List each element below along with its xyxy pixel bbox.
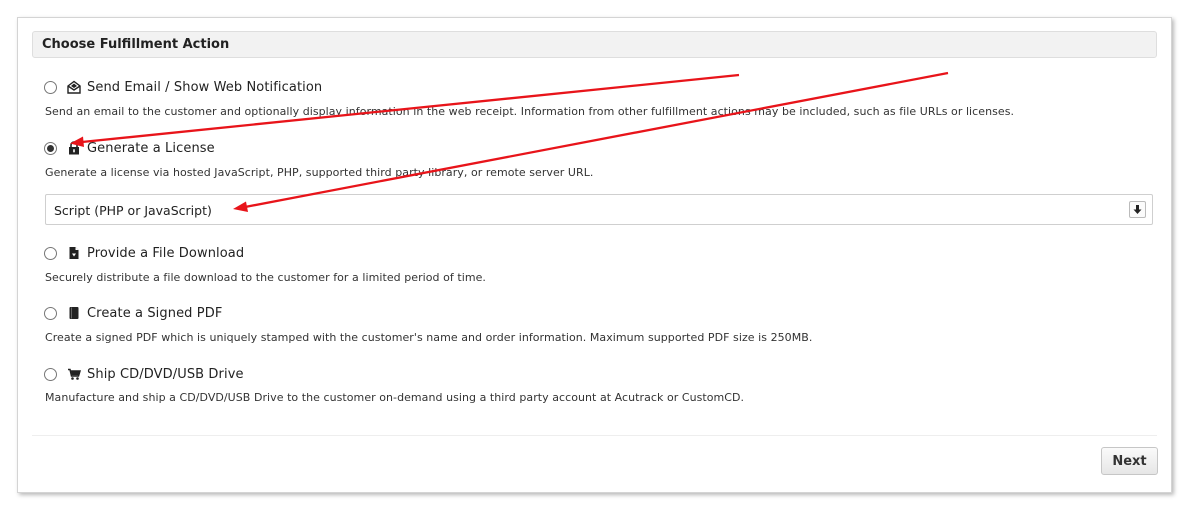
license-type-select[interactable]: Script (PHP or JavaScript) (45, 194, 1153, 225)
select-value: Script (PHP or JavaScript) (54, 203, 212, 218)
option-description: Generate a license via hosted JavaScript… (45, 166, 594, 179)
radio-generate-license[interactable] (44, 141, 57, 155)
option-signed-pdf[interactable]: Create a Signed PDF (44, 303, 222, 323)
option-label: Create a Signed PDF (87, 305, 223, 321)
option-ship-drive[interactable]: Ship CD/DVD/USB Drive (44, 364, 244, 384)
option-description: Manufacture and ship a CD/DVD/USB Drive … (45, 391, 745, 404)
select-dropdown-button[interactable] (1129, 201, 1146, 218)
option-send-email[interactable]: Send Email / Show Web Notification (44, 77, 322, 97)
option-generate-license[interactable]: Generate a License (44, 138, 215, 158)
option-description: Securely distribute a file download to t… (45, 271, 486, 284)
lock-icon (69, 141, 79, 155)
footer-divider (32, 435, 1157, 436)
radio-send-email[interactable] (44, 80, 57, 94)
option-label: Send Email / Show Web Notification (87, 79, 323, 95)
radio-selected-dot (47, 144, 54, 152)
book-icon (69, 307, 79, 319)
radio-file-download[interactable] (44, 246, 57, 260)
option-label: Provide a File Download (87, 245, 245, 261)
radio-signed-pdf[interactable] (44, 306, 57, 320)
panel-title: Choose Fulfillment Action (32, 31, 1157, 58)
option-file-download[interactable]: Provide a File Download (44, 243, 244, 263)
option-description: Send an email to the customer and option… (45, 105, 1015, 118)
arrow-down-icon (1133, 205, 1142, 214)
cart-icon (68, 368, 81, 380)
option-label: Generate a License (87, 140, 215, 156)
option-label: Ship CD/DVD/USB Drive (87, 366, 244, 382)
radio-ship-drive[interactable] (44, 367, 57, 381)
next-button[interactable]: Next (1101, 447, 1158, 475)
fulfillment-panel: Choose Fulfillment Action Send Email / S… (17, 17, 1172, 493)
option-description: Create a signed PDF which is uniquely st… (45, 331, 813, 344)
file-icon (69, 247, 79, 259)
envelope-icon (67, 80, 81, 94)
